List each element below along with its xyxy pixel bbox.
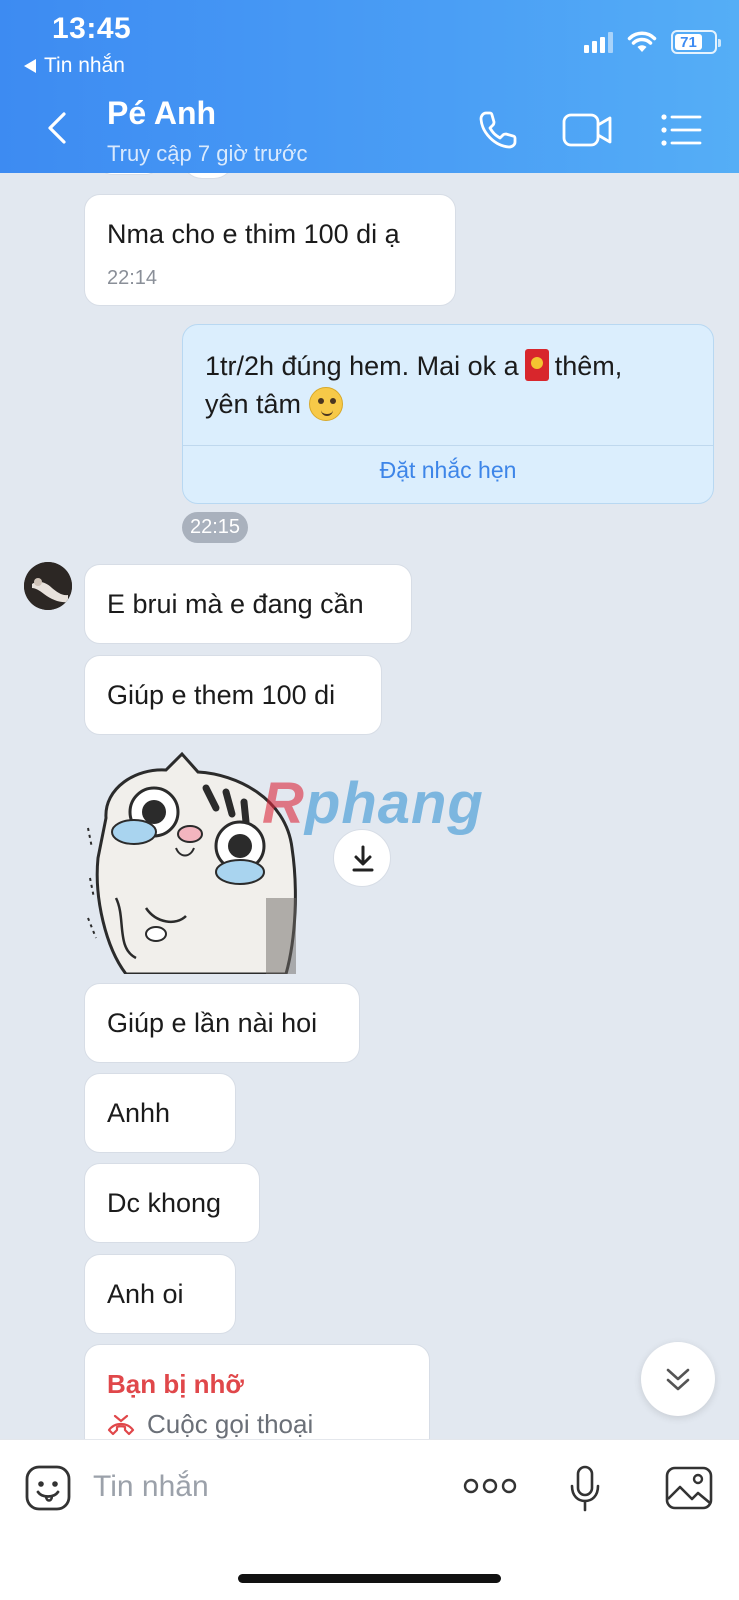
watermark-logo: Rphang bbox=[262, 771, 484, 836]
message-text: Anh oi bbox=[107, 1279, 184, 1309]
menu-list-icon[interactable] bbox=[660, 113, 702, 147]
back-triangle-icon bbox=[24, 59, 36, 73]
message-time-pill: 22:15 bbox=[182, 512, 249, 543]
message-bubble-incoming[interactable]: Giúp e them 100 di bbox=[84, 655, 382, 735]
message-bubble-incoming[interactable]: Nma cho e thim 100 di ạ 22:14 bbox=[84, 194, 456, 306]
microphone-icon[interactable] bbox=[568, 1464, 602, 1514]
home-indicator[interactable] bbox=[238, 1574, 501, 1583]
download-sticker-button[interactable] bbox=[333, 829, 391, 887]
missed-call-icon bbox=[107, 1414, 135, 1435]
message-text: E brui mà e đang cần bbox=[107, 589, 364, 619]
scroll-to-bottom-button[interactable] bbox=[641, 1342, 715, 1416]
message-text: 1tr/2h đúng hem. Mai ok a thêm, yên tâm bbox=[205, 349, 623, 421]
smiling-face-emoji-icon bbox=[308, 387, 343, 421]
message-text: Nma cho e thim 100 di ạ bbox=[107, 219, 400, 249]
chat-header: 13:45 Tin nhắn 71 Pé Anh Truy cập 7 giờ … bbox=[0, 0, 739, 173]
double-chevron-down-icon bbox=[666, 1368, 690, 1391]
back-to-app-link[interactable]: Tin nhắn bbox=[24, 54, 125, 78]
message-text: Giúp e them 100 di bbox=[107, 680, 336, 710]
message-bubble-incoming[interactable]: Anhh bbox=[84, 1073, 236, 1153]
missed-call-bubble[interactable]: Bạn bị nhỡ Cuộc gọi thoại bbox=[84, 1344, 430, 1454]
missed-call-subtitle: Cuộc gọi thoại bbox=[107, 1409, 313, 1440]
message-text: Giúp e lần nài hoi bbox=[107, 1008, 318, 1038]
download-icon bbox=[352, 845, 374, 872]
set-reminder-button[interactable]: Đặt nhắc hẹn bbox=[183, 457, 713, 484]
reaction-bubble[interactable] bbox=[98, 173, 160, 175]
message-bubble-outgoing[interactable]: 1tr/2h đúng hem. Mai ok a thêm, yên tâm Đ… bbox=[182, 324, 714, 504]
message-bubble-incoming[interactable]: Giúp e lần nài hoi bbox=[84, 983, 360, 1063]
sticker-icon[interactable] bbox=[24, 1464, 72, 1512]
message-bubble-incoming[interactable]: Dc khong bbox=[84, 1163, 260, 1243]
message-input[interactable]: Tin nhắn bbox=[93, 1470, 209, 1504]
battery-icon: 71 bbox=[671, 30, 721, 54]
status-indicators: 71 bbox=[584, 30, 721, 54]
bubble-divider bbox=[183, 445, 713, 446]
message-bubble-incoming[interactable]: Anh oi bbox=[84, 1254, 236, 1334]
contact-name[interactable]: Pé Anh bbox=[107, 95, 216, 132]
missed-call-title: Bạn bị nhỡ bbox=[107, 1369, 244, 1399]
more-options-icon[interactable] bbox=[463, 1476, 517, 1496]
phone-icon[interactable] bbox=[476, 108, 520, 152]
battery-level: 71 bbox=[675, 34, 702, 51]
cellular-signal-icon bbox=[584, 31, 613, 53]
image-icon[interactable] bbox=[664, 1465, 714, 1511]
wifi-icon bbox=[627, 31, 657, 52]
status-time: 13:45 bbox=[52, 12, 132, 45]
message-time: 22:14 bbox=[107, 267, 158, 289]
contact-avatar[interactable] bbox=[24, 562, 72, 610]
red-envelope-emoji-icon bbox=[524, 349, 549, 381]
message-bubble-incoming[interactable]: E brui mà e đang cần bbox=[84, 564, 412, 644]
message-text: Anhh bbox=[107, 1098, 171, 1128]
video-call-icon[interactable] bbox=[562, 110, 614, 150]
message-text: Dc khong bbox=[107, 1188, 222, 1218]
back-arrow-icon[interactable] bbox=[44, 110, 68, 146]
back-app-label: Tin nhắn bbox=[44, 54, 125, 77]
contact-last-seen: Truy cập 7 giờ trước bbox=[107, 141, 308, 166]
reaction-bubble[interactable] bbox=[182, 173, 234, 179]
